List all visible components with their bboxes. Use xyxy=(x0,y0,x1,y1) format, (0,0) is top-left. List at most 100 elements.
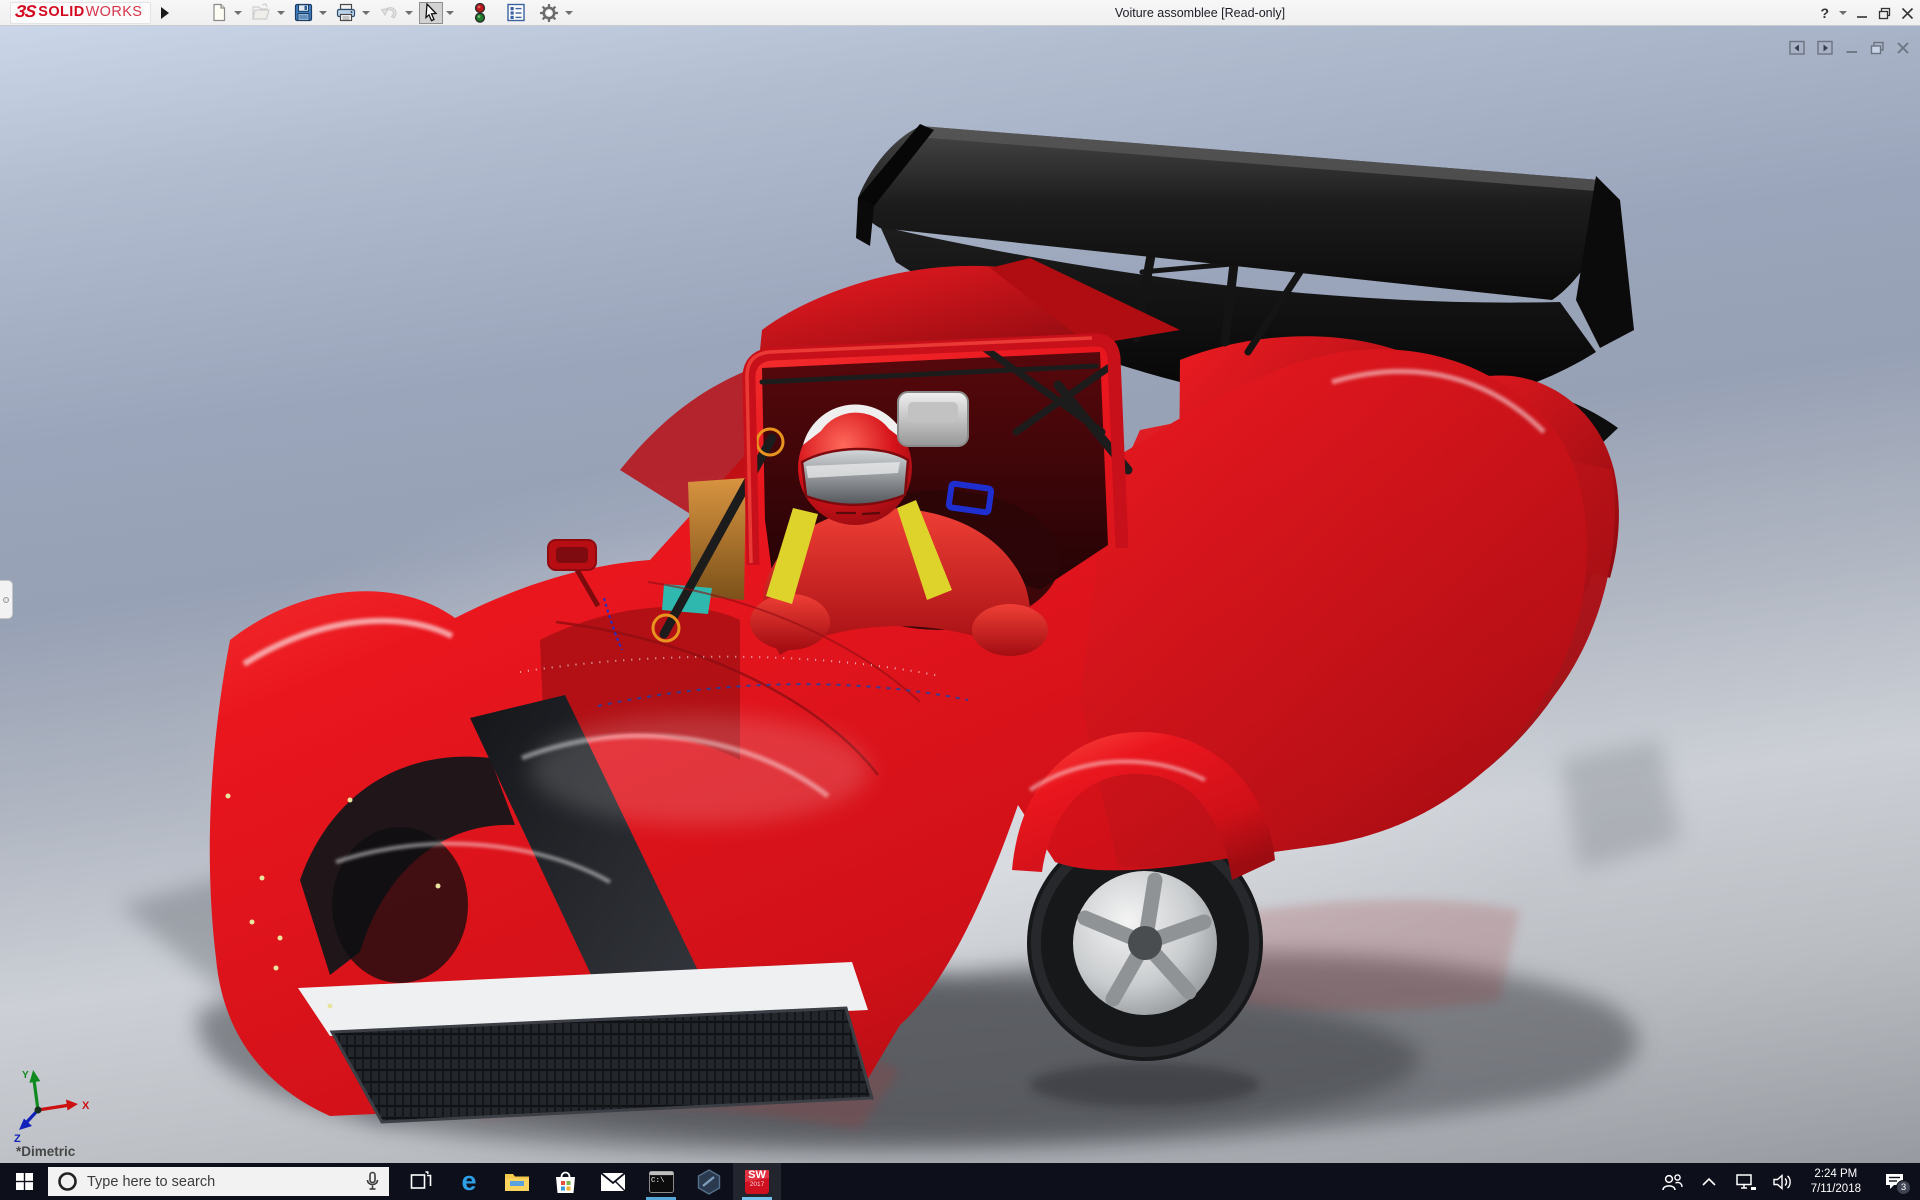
system-tray: 2:24 PM 7/11/2018 3 xyxy=(1657,1163,1920,1200)
print-dropdown[interactable] xyxy=(362,10,371,15)
triad-x-label: X xyxy=(82,1100,90,1112)
chevron-up-icon xyxy=(1702,1177,1716,1186)
options-dropdown[interactable] xyxy=(565,10,574,15)
microphone-icon[interactable] xyxy=(365,1171,380,1192)
clock-time: 2:24 PM xyxy=(1814,1167,1858,1180)
help-dropdown[interactable] xyxy=(1839,11,1847,15)
title-bar: ЗS SOLID WORKS Voiture assomblee [Read-o… xyxy=(0,0,1920,26)
solidworks-logo-works: WORKS xyxy=(85,4,143,20)
taskbar-app-hexagon[interactable] xyxy=(685,1163,733,1200)
side-mirror xyxy=(547,539,601,608)
network-icon xyxy=(1735,1173,1756,1190)
minimize-document-button[interactable] xyxy=(1845,41,1859,55)
sketch-highlight-circle xyxy=(651,613,681,643)
orientation-triad: Y X Z xyxy=(14,1070,90,1145)
file-explorer-icon xyxy=(505,1173,529,1191)
windshield-hoop xyxy=(742,333,1129,566)
volume-icon xyxy=(1772,1173,1791,1190)
tab-handle-icon xyxy=(3,597,9,603)
network-button[interactable] xyxy=(1731,1163,1761,1200)
menu-flyout-arrow-icon[interactable] xyxy=(161,6,170,19)
volume-button[interactable] xyxy=(1768,1163,1798,1200)
front-details xyxy=(298,695,874,1124)
select-button[interactable] xyxy=(419,1,444,24)
store-icon xyxy=(555,1171,575,1193)
select-arrow-icon xyxy=(425,3,438,22)
graphics-area[interactable]: Y X Z *Dimetric xyxy=(0,26,1920,1163)
taskbar: e xyxy=(0,1163,1920,1200)
taskbar-app-command-prompt[interactable]: C:\ xyxy=(637,1163,685,1200)
rear-wing-lower xyxy=(880,226,1618,445)
taskbar-search[interactable] xyxy=(48,1167,389,1196)
taskbar-app-file-explorer[interactable] xyxy=(493,1163,541,1200)
rear-right-wheel xyxy=(1423,467,1595,639)
front-right-wheel xyxy=(1027,825,1263,1061)
restore-button[interactable] xyxy=(1878,7,1892,20)
close-document-button[interactable] xyxy=(1896,41,1910,55)
print-icon xyxy=(337,3,356,22)
search-input[interactable] xyxy=(87,1173,356,1190)
taskbar-app-solidworks[interactable]: SW 2017 xyxy=(733,1163,781,1200)
help-button[interactable]: ? xyxy=(1819,5,1830,21)
previous-pane-button[interactable] xyxy=(1789,40,1806,56)
taskbar-app-mail[interactable] xyxy=(589,1163,637,1200)
open-dropdown[interactable] xyxy=(277,10,286,15)
open-button[interactable] xyxy=(248,2,274,24)
standard-toolbar xyxy=(207,1,578,24)
selection-filter-button[interactable] xyxy=(468,2,492,24)
properties-button[interactable] xyxy=(503,2,529,24)
driver xyxy=(750,404,1048,656)
save-icon xyxy=(295,3,313,22)
undo-dropdown[interactable] xyxy=(405,10,414,15)
new-document-icon xyxy=(213,3,226,22)
task-view-button[interactable] xyxy=(397,1163,445,1200)
undo-button[interactable] xyxy=(376,2,402,24)
new-document-dropdown[interactable] xyxy=(234,10,243,15)
sketch-highlight-circle xyxy=(755,427,785,457)
model-render xyxy=(120,124,1680,1152)
tray-overflow-button[interactable] xyxy=(1694,1163,1724,1200)
rear-bodywork xyxy=(905,265,1619,866)
solidworks-logo: ЗS SOLID WORKS xyxy=(10,1,152,24)
window-controls: ? xyxy=(1819,0,1914,26)
command-prompt-glyph: C:\ xyxy=(651,1177,665,1185)
feature-manager-collapsed-tab[interactable] xyxy=(0,580,13,619)
save-dropdown[interactable] xyxy=(319,10,328,15)
floor-reflection xyxy=(470,740,1680,1130)
people-button[interactable] xyxy=(1657,1163,1687,1200)
document-window-controls xyxy=(1789,40,1910,56)
solidworks-logo-glyph: ЗS xyxy=(14,2,37,21)
rear-wing xyxy=(856,124,1634,356)
windows-logo-icon xyxy=(15,1173,33,1190)
taskbar-clock[interactable]: 2:24 PM 7/11/2018 xyxy=(1805,1167,1867,1197)
mail-icon xyxy=(600,1171,626,1191)
roll-cage-bars xyxy=(659,341,1133,639)
solidworks-app-label: SW xyxy=(748,1169,766,1181)
desktop: ЗS SOLID WORKS Voiture assomblee [Read-o… xyxy=(0,0,1920,1200)
new-document-button[interactable] xyxy=(207,2,231,24)
action-center-button[interactable]: 3 xyxy=(1874,1163,1914,1200)
ground-shadow xyxy=(120,810,1638,1152)
view-orientation-label: *Dimetric xyxy=(16,1144,76,1159)
start-button[interactable] xyxy=(0,1163,48,1200)
properties-list-icon xyxy=(507,3,526,22)
solidworks-logo-solid: SOLID xyxy=(38,4,85,20)
undo-icon xyxy=(380,7,397,19)
traffic-light-icon xyxy=(475,2,486,23)
print-button[interactable] xyxy=(333,2,359,24)
gear-icon xyxy=(540,3,559,22)
driver-helmet xyxy=(798,411,912,525)
close-button[interactable] xyxy=(1901,7,1914,20)
options-button[interactable] xyxy=(536,2,562,24)
car-body xyxy=(209,258,1587,1116)
taskbar-app-store[interactable] xyxy=(541,1163,589,1200)
minimize-button[interactable] xyxy=(1856,7,1869,20)
restore-document-button[interactable] xyxy=(1870,41,1885,55)
select-dropdown[interactable] xyxy=(446,10,455,15)
hexagon-app-icon xyxy=(697,1168,721,1195)
taskbar-app-edge[interactable]: e xyxy=(445,1163,493,1200)
edge-icon: e xyxy=(461,1166,477,1196)
save-button[interactable] xyxy=(291,2,316,24)
window-title: Voiture assomblee [Read-only] xyxy=(1114,6,1286,20)
next-pane-button[interactable] xyxy=(1817,40,1834,56)
